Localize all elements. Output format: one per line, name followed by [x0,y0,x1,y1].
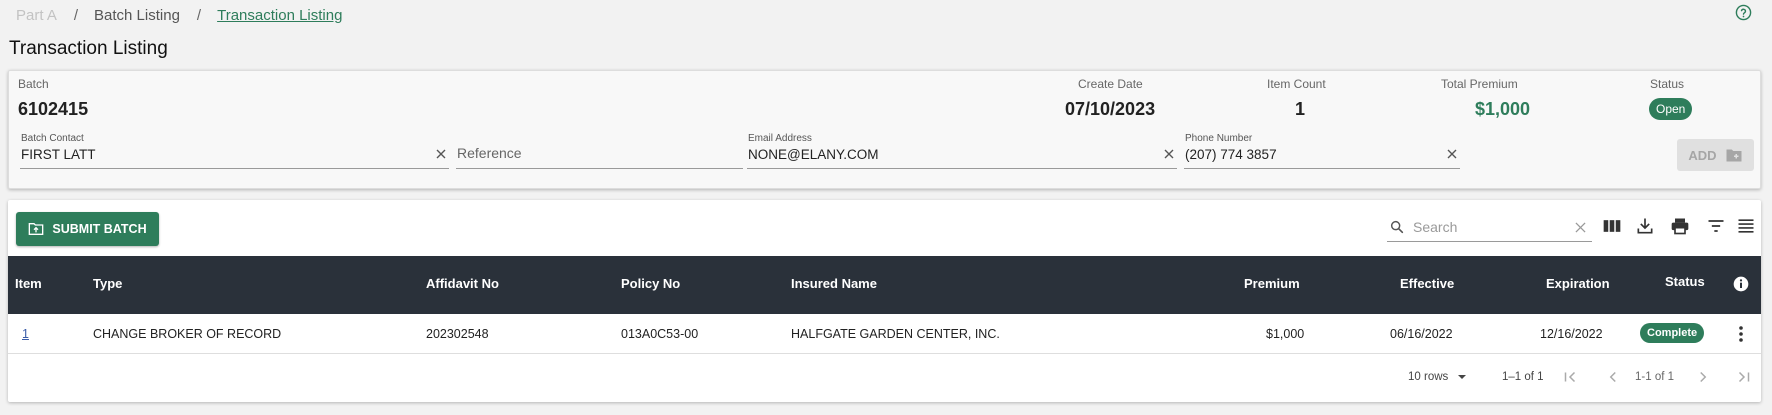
info-icon[interactable] [1733,276,1749,292]
first-page-icon[interactable] [1561,368,1579,386]
batch-label: Batch [18,77,49,91]
last-page-icon[interactable] [1735,368,1753,386]
reference-field[interactable]: Reference [456,139,743,169]
total-premium-label: Total Premium [1441,77,1518,91]
density-icon[interactable] [1736,216,1756,236]
cell-type: CHANGE BROKER OF RECORD [93,327,282,341]
print-icon[interactable] [1670,216,1690,236]
item-link[interactable]: 1 [22,327,29,341]
phone-label: Phone Number [1185,133,1253,144]
phone-value[interactable]: (207) 774 3857 [1185,147,1277,162]
rows-per-page-value: 10 rows [1408,371,1449,383]
folder-add-icon [1726,149,1742,161]
breadcrumb-separator: / [73,6,79,24]
column-header-expiration[interactable]: Expiration [1546,276,1610,291]
add-button[interactable]: ADD [1677,139,1754,171]
download-icon[interactable] [1635,216,1655,236]
reference-placeholder[interactable]: Reference [457,145,522,161]
batch-summary-card: Batch 6102415 Create Date 07/10/2023 Ite… [8,70,1761,189]
search-icon [1390,220,1404,234]
item-count-value: 1 [1295,99,1306,119]
search-field[interactable] [1387,214,1592,242]
columns-icon[interactable] [1602,216,1622,236]
previous-page-icon[interactable] [1604,368,1622,386]
email-value[interactable]: NONE@ELANY.COM [748,147,879,162]
chevron-down-icon [1458,375,1467,379]
folder-upload-icon [29,223,44,235]
cell-policy-no: 013A0C53-00 [621,327,699,341]
item-count-label: Item Count [1267,77,1326,91]
pagination-range: 1–1 of 1 [1502,371,1544,383]
column-header-status[interactable]: Status [1665,274,1705,289]
batch-number: 6102415 [18,99,89,119]
column-header-effective[interactable]: Effective [1400,276,1454,291]
submit-batch-label: SUBMIT BATCH [52,222,147,236]
clear-icon[interactable] [1446,148,1458,160]
cell-affidavit-no: 202302548 [426,327,489,341]
clear-icon[interactable] [1163,148,1175,160]
column-header-type[interactable]: Type [93,276,122,291]
breadcrumb-part-a: Part A [16,6,57,24]
breadcrumb-transaction-listing[interactable]: Transaction Listing [217,7,342,24]
cell-insured-name: HALFGATE GARDEN CENTER, INC. [791,327,1000,341]
column-header-item[interactable]: Item [15,276,42,291]
email-label: Email Address [748,133,812,144]
add-button-label: ADD [1688,147,1717,163]
table-header: Item Type Affidavit No Policy No Insured… [8,256,1761,314]
page-info: 1-1 of 1 [1635,371,1674,383]
submit-batch-button[interactable]: SUBMIT BATCH [16,212,159,246]
create-date-label: Create Date [1078,77,1143,91]
batch-contact-label: Batch Contact [21,133,84,144]
transaction-list-card: SUBMIT BATCH Item Type Affidavit No Poli… [8,200,1761,402]
search-input[interactable] [1413,216,1563,238]
total-premium-value: $1,000 [1475,99,1531,119]
breadcrumb-batch-listing[interactable]: Batch Listing [94,7,180,24]
column-header-affidavit-no[interactable]: Affidavit No [426,276,499,291]
breadcrumb: Part A / Batch Listing / Transaction Lis… [16,5,342,25]
batch-contact-value[interactable]: FIRST LATT [21,147,96,162]
help-circle-icon[interactable] [1735,4,1752,21]
breadcrumb-separator: / [196,6,202,24]
batch-contact-field[interactable]: Batch Contact FIRST LATT [20,133,449,169]
clear-icon[interactable] [435,148,447,160]
rows-per-page-select[interactable]: 10 rows [1408,371,1468,383]
more-vertical-icon[interactable] [1733,325,1749,343]
status-badge: Open [1649,98,1693,120]
email-field[interactable]: Email Address NONE@ELANY.COM [747,133,1177,169]
cell-expiration: 12/16/2022 [1540,327,1603,341]
table-row: 1 CHANGE BROKER OF RECORD 202302548 013A… [8,314,1761,354]
phone-field[interactable]: Phone Number (207) 774 3857 [1184,133,1460,169]
next-page-icon[interactable] [1694,368,1712,386]
cell-effective: 06/16/2022 [1390,327,1453,341]
column-header-policy-no[interactable]: Policy No [621,276,680,291]
create-date-value: 07/10/2023 [1065,99,1156,119]
cell-premium: $1,000 [1266,327,1305,341]
pagination-footer: 10 rows 1–1 of 1 1-1 of 1 [8,355,1761,401]
status-label: Status [1650,77,1685,91]
page-title: Transaction Listing [9,38,168,59]
status-badge: Complete [1640,323,1705,343]
clear-icon[interactable] [1575,222,1586,233]
filter-icon[interactable] [1706,216,1726,236]
column-header-insured-name[interactable]: Insured Name [791,276,877,291]
column-header-premium[interactable]: Premium [1244,276,1300,291]
